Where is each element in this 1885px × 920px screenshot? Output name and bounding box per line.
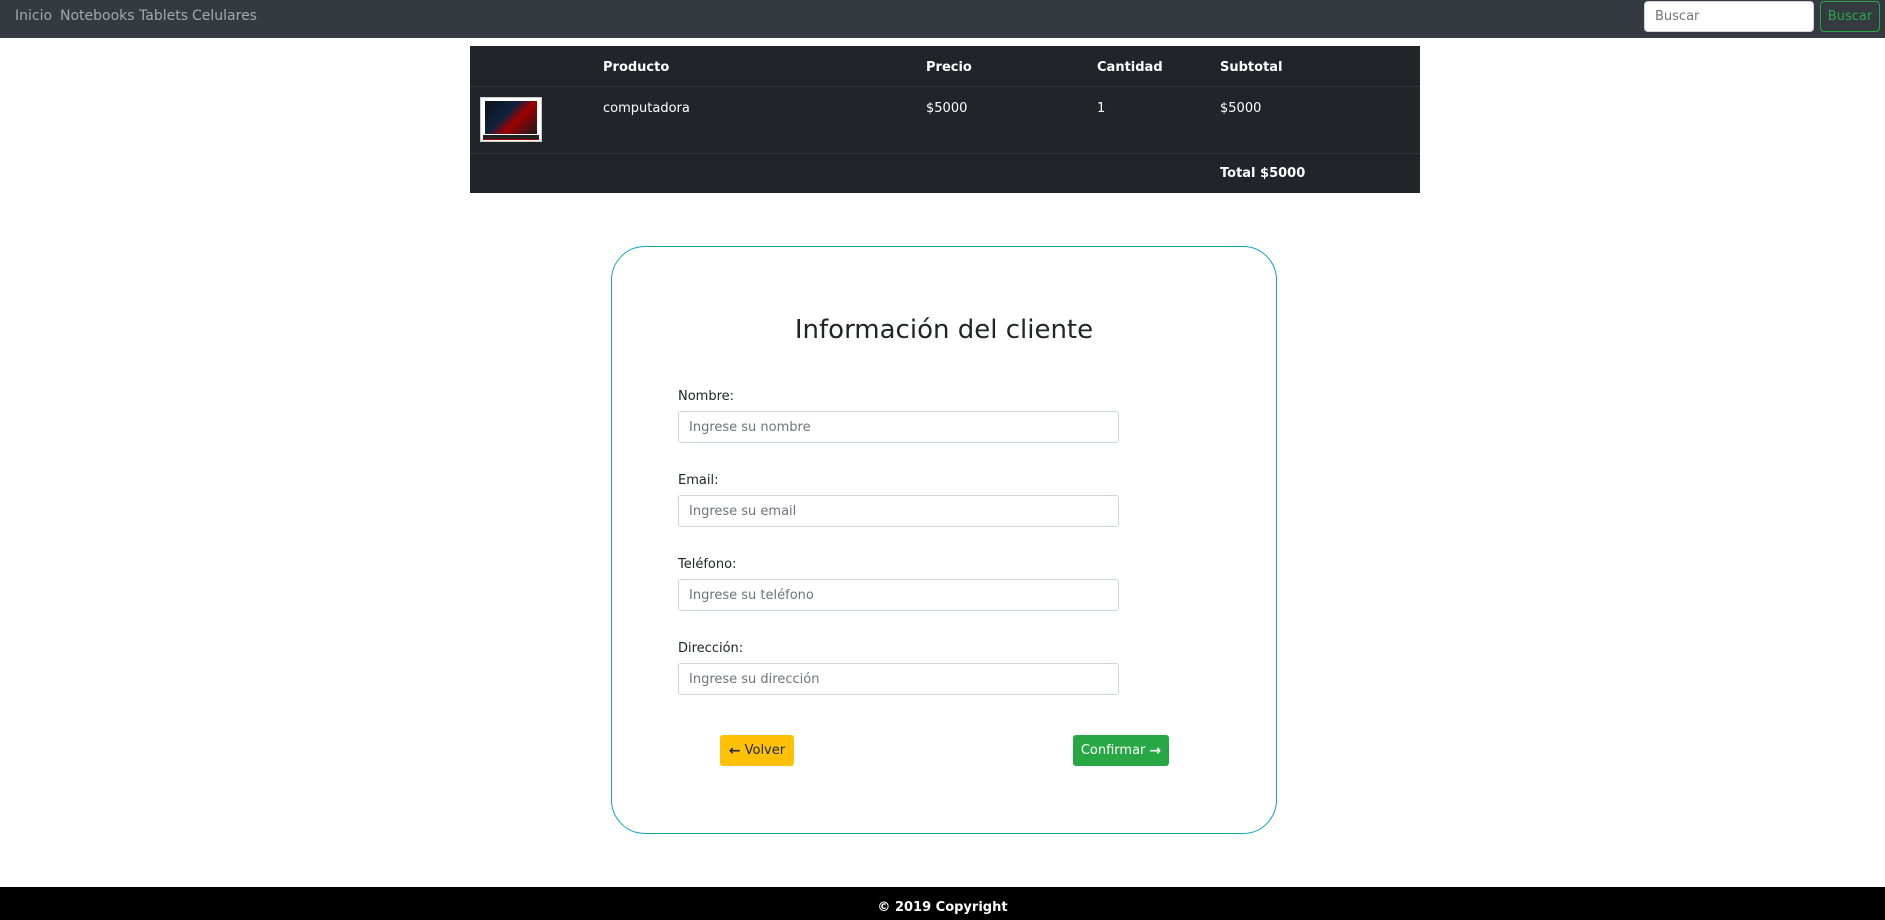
row-divider — [470, 153, 1420, 154]
header-subtotal: Subtotal — [1220, 60, 1283, 75]
footer: © 2019 Copyright — [0, 887, 1885, 920]
direccion-label: Dirección: — [678, 641, 744, 656]
customer-form-card: Información del cliente Nombre: Email: T… — [611, 246, 1277, 834]
arrow-left-icon: ← — [728, 742, 741, 759]
nav-link-inicio[interactable]: Inicio — [15, 8, 52, 24]
telefono-input[interactable] — [678, 579, 1119, 611]
form-title: Información del cliente — [794, 315, 1094, 345]
cart-total: Total $5000 — [1220, 166, 1306, 181]
nombre-input[interactable] — [678, 411, 1119, 443]
header-cantidad: Cantidad — [1097, 60, 1163, 75]
cell-subtotal: $5000 — [1220, 101, 1262, 116]
row-divider — [470, 86, 1420, 87]
arrow-right-icon: → — [1149, 742, 1162, 759]
cell-cantidad: 1 — [1097, 101, 1106, 116]
cell-producto: computadora — [603, 101, 690, 116]
nombre-label: Nombre: — [678, 389, 735, 404]
confirm-button[interactable]: Confirmar → — [1073, 735, 1169, 766]
email-label: Email: — [678, 473, 719, 488]
header-producto: Producto — [603, 60, 670, 75]
back-button[interactable]: ← Volver — [720, 735, 794, 766]
product-thumbnail — [480, 97, 542, 142]
telefono-label: Teléfono: — [678, 557, 737, 572]
nav-link-notebooks[interactable]: Notebooks — [60, 8, 135, 24]
search-button[interactable]: Buscar — [1820, 1, 1880, 32]
cell-precio: $5000 — [926, 101, 968, 116]
confirm-button-label: Confirmar — [1080, 743, 1146, 758]
header-precio: Precio — [926, 60, 972, 75]
laptop-image — [485, 101, 537, 134]
search-input[interactable] — [1644, 1, 1814, 32]
copyright-text: © 2019 Copyright — [877, 900, 1008, 915]
laptop-base — [483, 135, 539, 140]
email-input[interactable] — [678, 495, 1119, 527]
nav-link-tablets[interactable]: Tablets — [139, 8, 188, 24]
navbar: Inicio Notebooks Tablets Celulares Busca… — [0, 0, 1885, 38]
nav-link-celulares[interactable]: Celulares — [192, 8, 257, 24]
cart-table: Producto Precio Cantidad Subtotal comput… — [470, 46, 1420, 193]
direccion-input[interactable] — [678, 663, 1119, 695]
back-button-label: Volver — [744, 743, 786, 758]
